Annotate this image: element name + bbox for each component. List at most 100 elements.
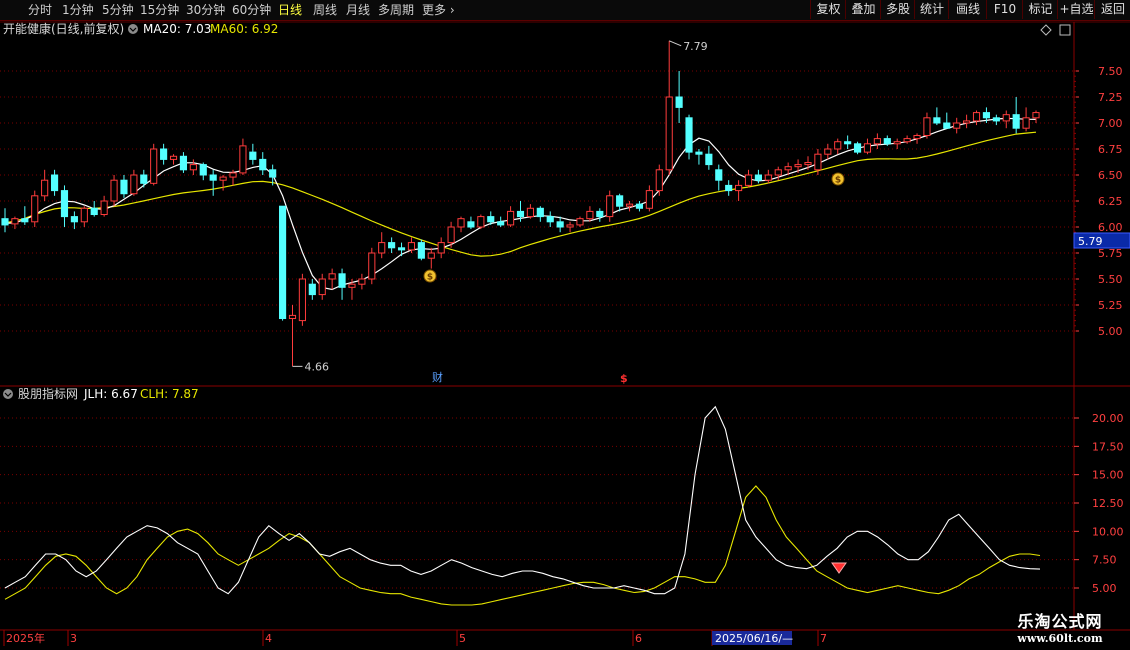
- watermark-url: www.60lt.com: [1017, 632, 1103, 645]
- signal-marker-icon: [831, 562, 847, 574]
- candle-body-up: [586, 210, 594, 220]
- candle-body-up: [566, 224, 574, 228]
- candle-body-up: [576, 218, 584, 226]
- candle-body-up: [923, 117, 931, 136]
- candle-body-up: [645, 190, 653, 209]
- candle-body-up: [239, 145, 247, 174]
- candle-body-down: [844, 141, 852, 145]
- jlh-line: [4, 405, 1041, 595]
- candle-body-down: [516, 210, 525, 218]
- candle-body-down: [249, 151, 257, 160]
- candle-body-up: [189, 164, 197, 171]
- candle-body-up: [526, 207, 534, 218]
- square-icon: [1059, 24, 1071, 36]
- sub-panel-title: 股朋指标网: [18, 386, 78, 401]
- sub-tick-label-4: 10.00: [1092, 525, 1124, 538]
- candle-body-down: [308, 283, 316, 296]
- candle-body-up: [963, 120, 971, 124]
- candle-body-down: [209, 174, 217, 181]
- sub-tick-label-6: 5.00: [1092, 582, 1117, 595]
- candle-body-down: [60, 190, 69, 218]
- candle-body-up: [1002, 114, 1010, 122]
- sub-tick-label-0: 20.00: [1092, 412, 1124, 425]
- candle-body-up: [219, 176, 227, 181]
- time-label-2: 4: [265, 632, 272, 645]
- candle-body-up: [328, 273, 336, 280]
- candle-body-up: [625, 203, 634, 207]
- candle-body-up: [318, 278, 326, 296]
- candle-body-up: [457, 218, 465, 228]
- candle-body-down: [546, 216, 554, 223]
- candle-body-up: [150, 148, 158, 184]
- candle-body-down: [388, 242, 396, 249]
- candle-body-down: [933, 117, 941, 124]
- candle-body-up: [1032, 112, 1040, 119]
- price-tick-label-5: 6.25: [1098, 195, 1123, 208]
- watermark-title: 乐淘公式网: [1017, 612, 1103, 631]
- candle-body-up: [80, 207, 88, 223]
- candle-body-down: [675, 96, 683, 108]
- candle-body-up: [665, 96, 673, 171]
- price-tick-label-8: 5.50: [1098, 273, 1123, 286]
- price-tick-label-3: 6.75: [1098, 143, 1123, 156]
- candle-body-down: [417, 242, 425, 259]
- high-marker-line: [669, 40, 682, 47]
- time-label-3: 5: [459, 632, 466, 645]
- price-tick-label-1: 7.25: [1098, 91, 1123, 104]
- candle-body-down: [556, 221, 564, 228]
- candle-body-down: [715, 169, 723, 181]
- candle-body-down: [199, 164, 207, 176]
- sub-title-dropdown-icon: [3, 389, 13, 399]
- candle-body-up: [784, 166, 792, 171]
- candle-body-up: [794, 164, 802, 168]
- clh-line: [4, 485, 1041, 606]
- jlh-label: JLH: 6.67: [83, 387, 138, 401]
- candle-body-down: [635, 203, 644, 209]
- sub-tick-label-5: 7.50: [1092, 554, 1117, 567]
- candle-body-down: [725, 184, 733, 192]
- candle-body-up: [348, 283, 356, 288]
- time-label-6: 7: [820, 632, 827, 645]
- chart-canvas: 7.50 7.25 7.00 6.75 6.50 6.25 6.00 5.75 5.50 5.25…: [0, 21, 1130, 646]
- candle-body-down: [685, 117, 693, 153]
- candle-body-down: [397, 247, 406, 251]
- candle-body-down: [943, 122, 951, 129]
- candle-body-down: [120, 179, 128, 195]
- candle-body-up: [774, 169, 782, 176]
- candle-body-up: [100, 200, 108, 216]
- candle-body-up: [427, 252, 435, 259]
- ma60-line: [4, 131, 1037, 257]
- high-price-label: 7.79: [683, 40, 708, 53]
- sub-tick-label-3: 12.50: [1092, 497, 1124, 510]
- money-bag-icon-1-glyph: $: [427, 273, 433, 283]
- candle-body-down: [695, 151, 703, 155]
- candle-body-down: [467, 221, 475, 228]
- candle-body-down: [1, 218, 9, 226]
- candle-body-up: [507, 210, 515, 226]
- candle-body-down: [50, 174, 59, 192]
- candle-body-up: [11, 218, 19, 225]
- price-tick-label-0: 7.50: [1098, 65, 1123, 78]
- candle-body-down: [487, 216, 495, 223]
- candle-body-up: [1022, 117, 1030, 129]
- clh-label: CLH: 7.87: [140, 387, 199, 401]
- stock-title: 开能健康(日线,前复权): [3, 21, 124, 36]
- candle-body-up: [764, 174, 772, 181]
- candle-body-up: [655, 169, 663, 192]
- candle-body-up: [893, 141, 901, 145]
- candle-body-up: [298, 278, 306, 322]
- candle-body-down: [179, 155, 188, 171]
- candle-body-up: [41, 179, 49, 197]
- candle-body-up: [606, 195, 614, 218]
- time-label-0: 2025年: [6, 631, 45, 645]
- candle-body-up: [378, 242, 386, 254]
- candle-body-up: [834, 141, 842, 150]
- candle-body-down: [883, 138, 891, 145]
- candle-body-down: [1012, 114, 1020, 129]
- diamond-icon: [1040, 24, 1052, 36]
- sub-tick-label-2: 15.00: [1092, 469, 1124, 482]
- candle-body-down: [705, 153, 713, 166]
- candle-body-up: [229, 172, 237, 178]
- watermark: 乐淘公式网 www.60lt.com: [1000, 608, 1120, 645]
- candle-body-up: [447, 226, 455, 244]
